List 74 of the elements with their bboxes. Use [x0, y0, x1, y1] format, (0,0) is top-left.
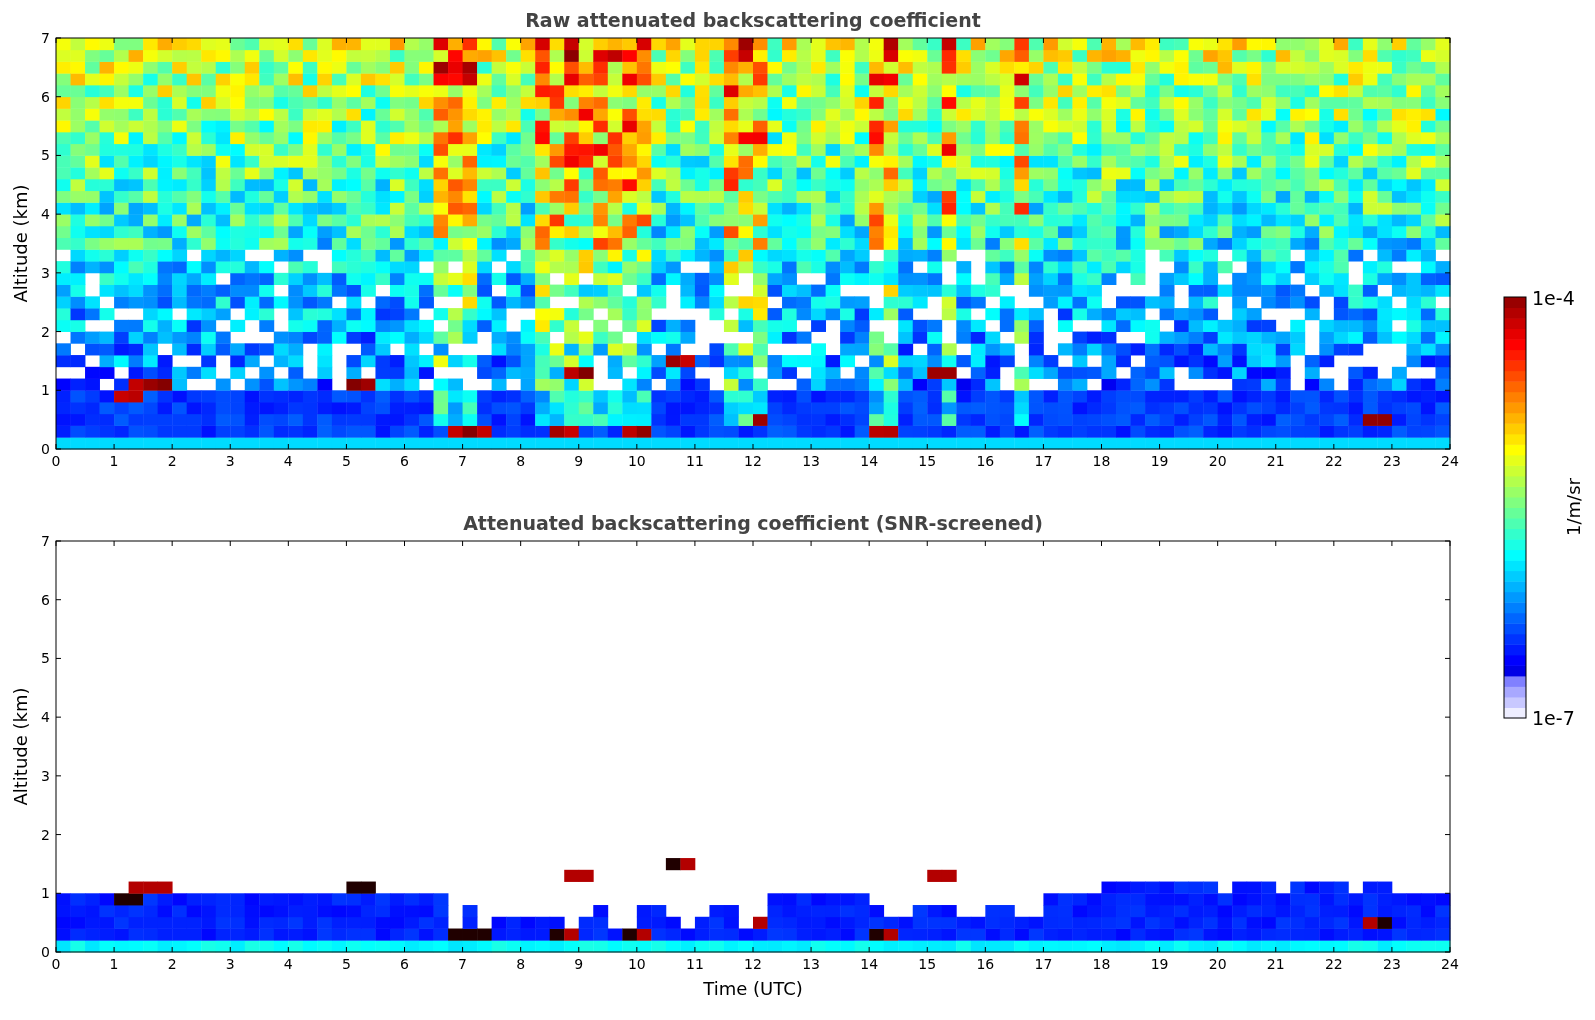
tick-label: 4 — [41, 709, 50, 726]
tick-label: 9 — [574, 453, 584, 469]
tick-label: 4 — [283, 956, 293, 972]
tick-label: 0 — [41, 944, 50, 960]
tick-label: 1 — [41, 885, 50, 902]
tick-label: 8 — [516, 956, 526, 972]
tick-label: 3 — [225, 453, 235, 469]
tick-label: 6 — [41, 88, 50, 105]
tick-label: 6 — [400, 453, 409, 469]
tick-label: 5 — [341, 453, 351, 469]
tick-label: 15 — [918, 956, 937, 972]
tick-label: 10 — [627, 453, 646, 469]
tick-label: 24 — [1441, 956, 1459, 972]
tick-label: 19 — [1150, 956, 1169, 972]
tick-label: 19 — [1150, 453, 1169, 469]
tick-label: 2 — [41, 826, 50, 843]
tick-label: 20 — [1208, 453, 1227, 469]
tick-label: 13 — [802, 453, 820, 469]
tick-label: 1 — [109, 453, 119, 469]
tick-label: 7 — [458, 453, 468, 469]
axis-label: 1/m/sr — [1563, 478, 1584, 536]
tick-label: 14 — [860, 956, 879, 972]
tick-label: 18 — [1092, 453, 1111, 469]
tick-label: 10 — [627, 956, 646, 972]
tick-label: 8 — [516, 453, 526, 469]
tick-label: 23 — [1383, 453, 1401, 469]
tick-label: 21 — [1266, 453, 1285, 469]
tick-label: 3 — [225, 956, 235, 972]
tick-label: 4 — [283, 453, 293, 469]
tick-label: 0 — [41, 441, 50, 457]
colorbar-label: 1e-7 — [1532, 707, 1575, 729]
tick-label: 2 — [41, 323, 50, 340]
chart-title: Attenuated backscattering coefficient (SNR-screened) — [463, 512, 1043, 534]
tick-label: 9 — [574, 956, 584, 972]
tick-label: 5 — [41, 147, 50, 164]
tick-label: 6 — [41, 591, 50, 608]
tick-label: 0 — [51, 956, 61, 972]
axis-label: Altitude (km) — [10, 184, 31, 303]
tick-label: 6 — [400, 956, 409, 972]
tick-label: 22 — [1324, 956, 1343, 972]
tick-label: 3 — [41, 264, 50, 281]
chart-title: Raw attenuated backscattering coefficient — [525, 9, 981, 31]
tick-label: 1 — [109, 956, 119, 972]
tick-label: 22 — [1324, 453, 1343, 469]
tick-label: 3 — [41, 767, 50, 784]
tick-label: 5 — [341, 956, 351, 972]
tick-label: 20 — [1208, 956, 1227, 972]
tick-label: 13 — [802, 956, 820, 972]
tick-label: 7 — [458, 956, 468, 972]
tick-label: 16 — [976, 956, 995, 972]
tick-label: 14 — [860, 453, 879, 469]
tick-label: 21 — [1266, 956, 1285, 972]
tick-label: 12 — [744, 956, 762, 972]
tick-label: 23 — [1383, 956, 1401, 972]
tick-label: 2 — [167, 453, 177, 469]
tick-label: 7 — [41, 533, 50, 549]
tick-label: 15 — [918, 453, 937, 469]
tick-label: 11 — [686, 956, 704, 972]
tick-label: 11 — [686, 453, 704, 469]
tick-label: 4 — [41, 206, 50, 223]
tick-label: 17 — [1034, 956, 1053, 972]
tick-label: 12 — [744, 453, 762, 469]
tick-label: 2 — [167, 956, 177, 972]
tick-label: 7 — [41, 30, 50, 46]
tick-label: 17 — [1034, 453, 1053, 469]
tick-label: 24 — [1441, 453, 1459, 469]
colorbar-label: 1e-4 — [1532, 287, 1575, 309]
tick-label: 1 — [41, 382, 50, 399]
tick-label: 5 — [41, 650, 50, 667]
tick-label: 18 — [1092, 956, 1111, 972]
axis-label: Altitude (km) — [10, 687, 31, 806]
tick-label: 16 — [976, 453, 995, 469]
axis-label: Time (UTC) — [703, 978, 803, 999]
tick-label: 0 — [51, 453, 61, 469]
